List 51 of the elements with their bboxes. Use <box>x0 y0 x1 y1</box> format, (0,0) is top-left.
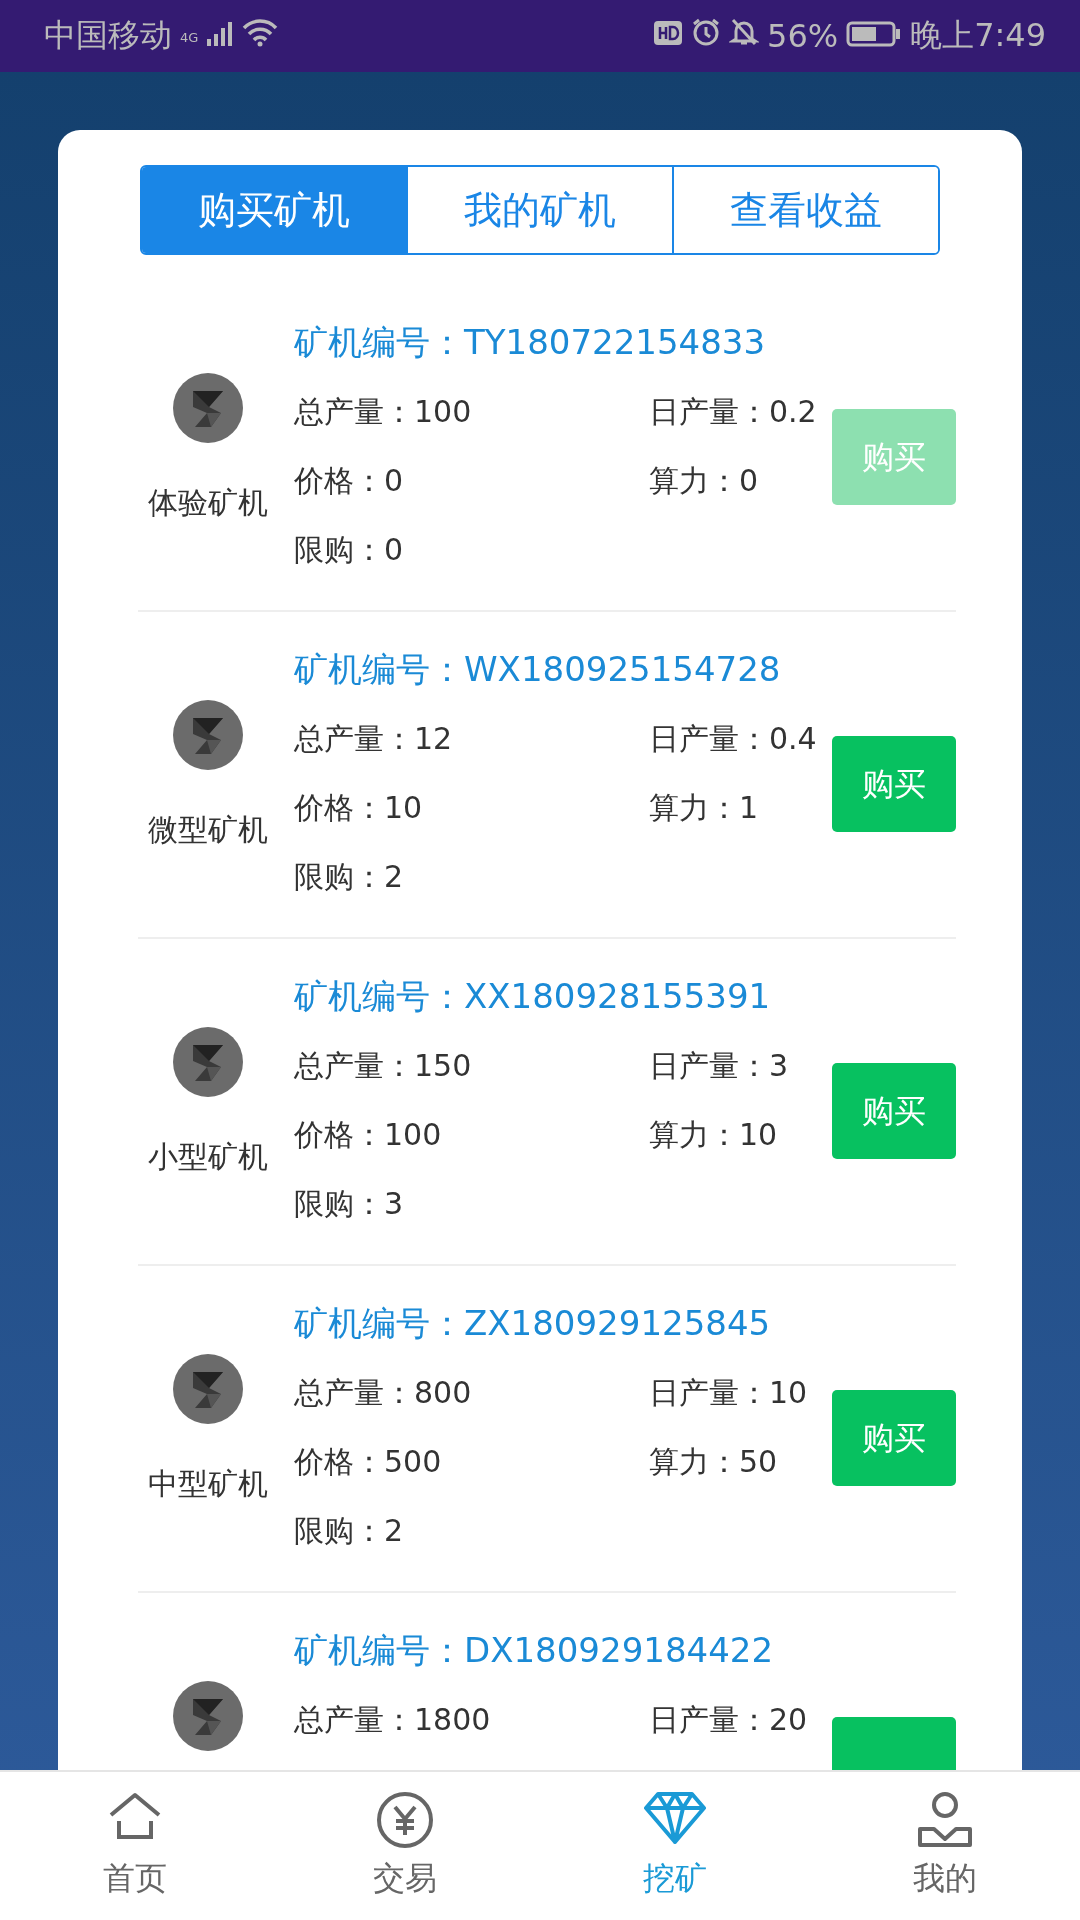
hash-power: 算力：50 <box>649 1443 779 1481</box>
purchase-limit: 限购：3 <box>294 1185 405 1223</box>
hash-power: 算力：10 <box>649 1116 779 1154</box>
hash-power: 算力：0 <box>649 462 760 500</box>
nav-tab[interactable]: 挖矿 <box>540 1772 810 1920</box>
machine-code: 矿机编号：TY180722154833 <box>294 321 767 364</box>
daily-output: 日产量：0.2 <box>649 393 818 431</box>
buy-button[interactable]: 购买 <box>832 736 956 832</box>
machine-logo-icon <box>173 1354 243 1424</box>
battery-level: 56% <box>767 17 839 55</box>
network-type: 4G <box>180 30 199 45</box>
nav-tab[interactable]: 我的 <box>810 1772 1080 1920</box>
machine-code: 矿机编号：WX180925154728 <box>294 648 782 691</box>
price: 价格：0 <box>294 462 405 500</box>
purchase-limit: 限购：2 <box>294 858 405 896</box>
daily-output: 日产量：0.4 <box>649 720 818 758</box>
buy-button[interactable]: 购买 <box>832 1063 956 1159</box>
clock-time: 晚上7:49 <box>910 15 1046 56</box>
machine-code: 矿机编号：DX180929184422 <box>294 1629 775 1672</box>
machine-name: 中型矿机 <box>148 1465 268 1503</box>
machine-name: 小型矿机 <box>148 1138 268 1176</box>
total-output: 总产量：12 <box>294 720 454 758</box>
machine-name: 微型矿机 <box>148 811 268 849</box>
person-icon <box>916 1791 974 1849</box>
price: 价格：100 <box>294 1116 443 1154</box>
machine-logo-icon <box>173 1027 243 1097</box>
machine-logo-icon <box>173 1681 243 1751</box>
nav-tab[interactable]: 交易 <box>270 1772 540 1920</box>
total-output: 总产量：800 <box>294 1374 473 1412</box>
daily-output: 日产量：3 <box>649 1047 790 1085</box>
machine-logo-icon <box>173 373 243 443</box>
total-output: 总产量：150 <box>294 1047 473 1085</box>
total-output: 总产量：100 <box>294 393 473 431</box>
tab[interactable]: 查看收益 <box>672 167 938 253</box>
carrier-name: 中国移动 <box>44 15 172 56</box>
purchase-limit: 限购：2 <box>294 1512 405 1550</box>
machine-code: 矿机编号：ZX180929125845 <box>294 1302 772 1345</box>
buy-button[interactable]: 购买 <box>832 1390 956 1486</box>
machine-code: 矿机编号：XX180928155391 <box>294 975 772 1018</box>
price: 价格：10 <box>294 789 424 827</box>
daily-output: 日产量：10 <box>649 1374 809 1412</box>
total-output: 总产量：1800 <box>294 1701 492 1739</box>
yen-coin-icon <box>376 1791 434 1849</box>
machine-logo-icon <box>173 700 243 770</box>
nav-tab[interactable]: 首页 <box>0 1772 270 1920</box>
hash-power: 算力：1 <box>649 789 760 827</box>
tab[interactable]: 购买矿机 <box>142 167 406 253</box>
machine-name: 体验矿机 <box>148 484 268 522</box>
purchase-limit: 限购：0 <box>294 531 405 569</box>
daily-output: 日产量：20 <box>649 1701 809 1739</box>
price: 价格：500 <box>294 1443 443 1481</box>
